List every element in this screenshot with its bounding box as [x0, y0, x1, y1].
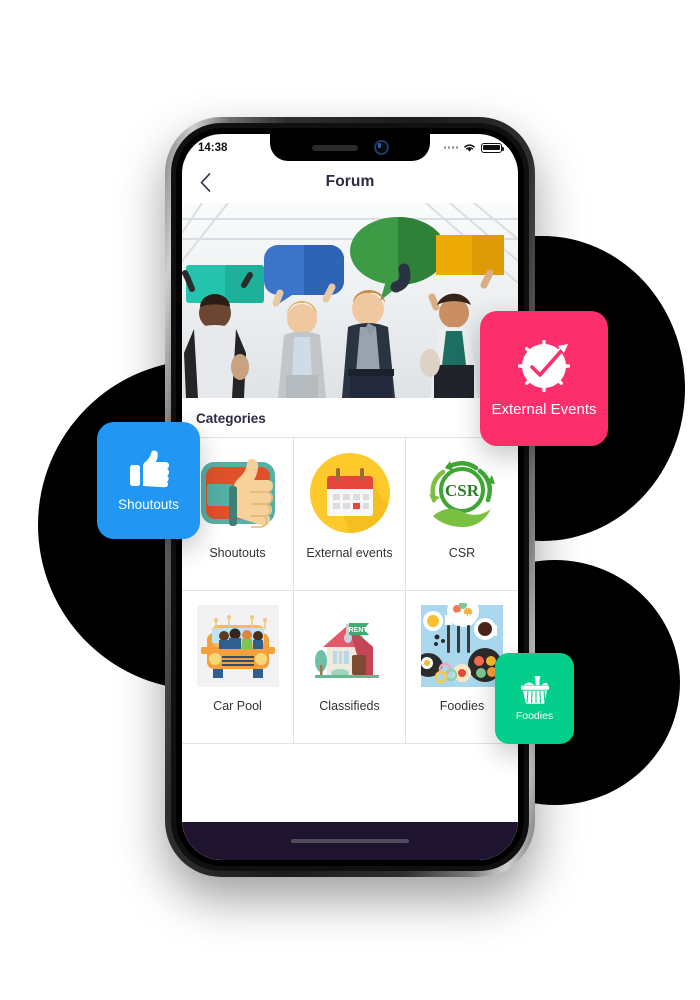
picnic-basket-icon	[520, 675, 549, 704]
battery-full-icon	[481, 142, 505, 153]
svg-text:RENT: RENT	[348, 627, 368, 634]
floating-card-external-events[interactable]: External Events	[480, 311, 608, 446]
hero-image	[182, 203, 518, 398]
category-item-classifieds[interactable]: RENT Classifieds	[294, 591, 406, 744]
thumbs-up-icon	[129, 450, 169, 487]
carpool-van-icon	[196, 605, 279, 687]
floating-card-label: Shoutouts	[118, 496, 179, 512]
floating-card-label: Foodies	[515, 709, 554, 722]
house-rent-icon: RENT	[308, 605, 391, 687]
signal-dots-icon	[443, 146, 458, 149]
floating-card-label: External Events	[491, 400, 597, 418]
app-nav-bar: Forum	[182, 161, 518, 203]
category-label: External events	[306, 546, 393, 560]
hero-illustration	[182, 203, 518, 398]
clock-check-icon	[518, 339, 570, 392]
phone-screen: 14:38 Forum Categories Shoutouts Externa…	[182, 134, 518, 860]
home-indicator-bar[interactable]	[291, 839, 409, 843]
status-time: 14:38	[198, 141, 228, 154]
front-camera-icon	[373, 140, 389, 155]
category-item-csr[interactable]: CSR CSR	[406, 438, 518, 591]
categories-section: Categories Shoutouts External events CSR…	[182, 398, 518, 860]
category-label: Car Pool	[213, 699, 262, 713]
speaker-grille-icon	[311, 144, 358, 151]
categories-heading: Categories	[196, 411, 266, 426]
status-icons	[443, 142, 505, 153]
wifi-icon	[464, 144, 475, 152]
floating-card-shoutouts[interactable]: Shoutouts	[97, 422, 200, 539]
category-label: Shoutouts	[209, 546, 266, 560]
categories-grid: Shoutouts External events CSR CSR Car Po…	[182, 437, 518, 744]
category-item-car-pool[interactable]: Car Pool	[182, 591, 294, 744]
home-indicator-area	[182, 822, 518, 860]
calendar-icon	[309, 453, 390, 533]
phone-mockup: 14:38 Forum Categories Shoutouts Externa…	[165, 117, 535, 877]
category-label: CSR	[448, 546, 476, 560]
thumbs-up-icon	[200, 458, 275, 528]
floating-card-foodies[interactable]: Foodies	[495, 653, 574, 744]
csr-recycle-icon: CSR	[429, 461, 495, 528]
speech-bubble-yellow	[436, 235, 504, 275]
svg-text:CSR: CSR	[445, 481, 480, 500]
category-label: Foodies	[439, 699, 485, 713]
food-flatlay-icon	[421, 603, 503, 687]
phone-notch	[270, 134, 430, 161]
category-label: Classifieds	[319, 699, 380, 713]
category-item-external-events[interactable]: External events	[294, 438, 406, 591]
page-title: Forum	[325, 173, 375, 190]
